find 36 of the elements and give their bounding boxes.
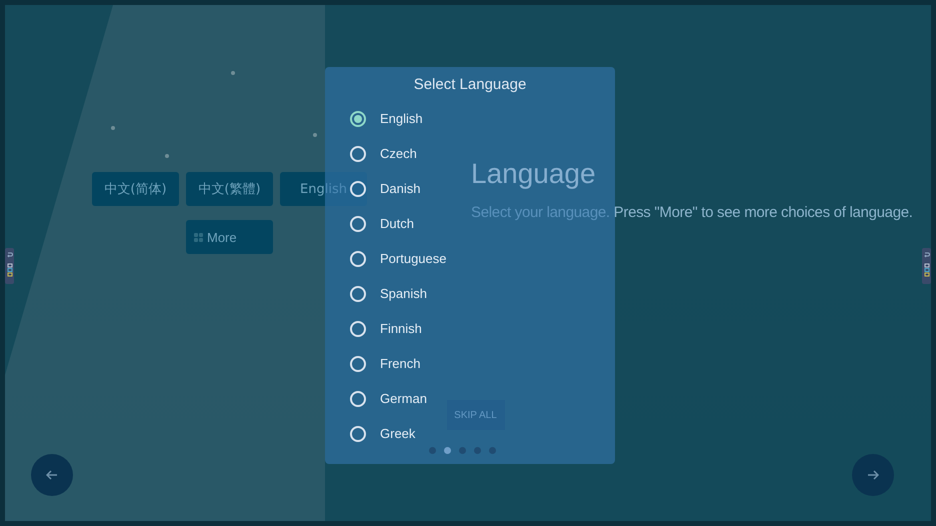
page-dot[interactable] [459, 446, 466, 454]
radio-button[interactable] [350, 146, 366, 162]
left-arrow-icon [46, 469, 58, 481]
page-dot[interactable] [474, 446, 481, 454]
language-option[interactable]: Dutch [380, 216, 414, 231]
radio-button[interactable] [350, 286, 366, 302]
return-icon[interactable] [6, 252, 12, 259]
page-dot[interactable] [444, 446, 451, 454]
right-arrow-icon [867, 469, 879, 481]
radio-button[interactable] [350, 110, 366, 126]
page-dot[interactable] [429, 446, 436, 454]
radio-button[interactable] [350, 216, 366, 232]
dialog-title: Select Language [412, 76, 528, 93]
language-option[interactable]: Spanish [380, 286, 427, 301]
more-button[interactable]: More [186, 220, 273, 254]
language-option[interactable]: French [380, 356, 420, 371]
squares-icon[interactable] [924, 263, 930, 277]
language-option[interactable]: Portuguese [380, 251, 446, 266]
radio-button[interactable] [350, 356, 366, 372]
language-option[interactable]: Danish [380, 181, 420, 196]
language-button[interactable]: 中文(简体) [92, 172, 179, 206]
squares-icon[interactable] [6, 263, 12, 277]
language-option[interactable]: German [380, 391, 427, 406]
radio-button[interactable] [350, 250, 366, 266]
return-icon[interactable] [924, 252, 930, 259]
language-option[interactable]: Greek [380, 426, 416, 441]
grid-icon [194, 232, 203, 242]
language-option[interactable]: Czech [380, 146, 417, 161]
radio-button[interactable] [350, 320, 366, 336]
page-dot[interactable] [489, 446, 496, 454]
page-heading: Language [471, 157, 596, 191]
language-option[interactable]: English [380, 111, 423, 126]
language-button[interactable]: 中文(繁體) [186, 172, 273, 206]
radio-button[interactable] [350, 390, 366, 406]
language-option[interactable]: Finnish [380, 321, 422, 336]
radio-button[interactable] [350, 426, 366, 442]
